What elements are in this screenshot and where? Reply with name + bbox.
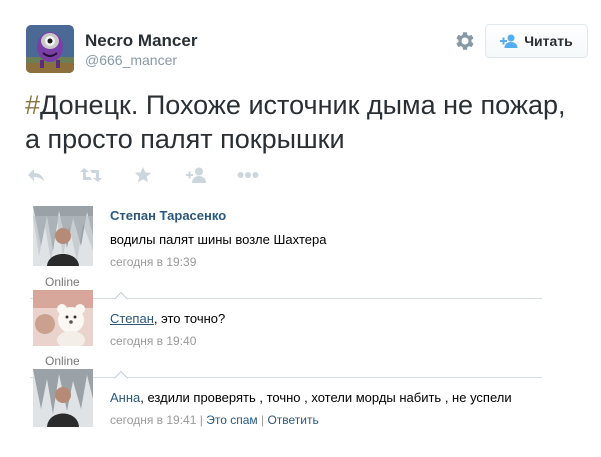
comment-text: Анна, ездили проверять , точно , хотели … bbox=[110, 390, 512, 405]
mention-link[interactable]: Степан bbox=[110, 311, 154, 326]
reply-notch bbox=[113, 370, 129, 386]
reply-icon[interactable] bbox=[24, 165, 48, 185]
commenter-avatar[interactable] bbox=[33, 206, 93, 266]
comment-text: Степан, это точно? bbox=[110, 311, 226, 326]
comment-time[interactable]: сегодня в 19:39 bbox=[110, 255, 196, 269]
mention-link[interactable]: Анна bbox=[110, 390, 140, 405]
commenter-avatar[interactable] bbox=[33, 290, 93, 346]
follow-button[interactable]: Читать bbox=[485, 24, 588, 58]
commenter-avatar[interactable] bbox=[33, 369, 93, 427]
more-icon[interactable] bbox=[236, 165, 260, 185]
comment-time[interactable]: сегодня в 19:41 bbox=[110, 413, 196, 427]
reply-notch bbox=[113, 291, 129, 307]
favorite-icon[interactable] bbox=[131, 165, 155, 185]
comment-divider bbox=[30, 298, 542, 299]
comment-meta: сегодня в 19:41 | Это спам | Ответить bbox=[110, 413, 319, 427]
hashtag-symbol[interactable]: # bbox=[25, 90, 40, 120]
follow-icon bbox=[500, 34, 518, 48]
author-avatar[interactable] bbox=[26, 25, 74, 73]
online-status: Online bbox=[45, 275, 80, 289]
comment-time[interactable]: сегодня в 19:40 bbox=[110, 334, 196, 348]
retweet-icon[interactable] bbox=[79, 165, 103, 185]
author-handle[interactable]: @666_mancer bbox=[85, 52, 177, 68]
comments-embed: Online Степан Тарасенко водилы палят шин… bbox=[30, 197, 550, 437]
follow-label: Читать bbox=[524, 33, 573, 49]
comment-text: водилы палят шины возле Шахтера bbox=[110, 232, 327, 247]
online-status: Online bbox=[45, 354, 80, 368]
comment-author[interactable]: Степан Тарасенко bbox=[110, 208, 226, 223]
tweet-body: Донецк. Похоже источник дыма не пожар, а… bbox=[25, 90, 566, 154]
reply-link[interactable]: Ответить bbox=[267, 413, 318, 427]
follow-icon[interactable] bbox=[184, 165, 208, 185]
comment-divider bbox=[30, 377, 542, 378]
author-name[interactable]: Necro Mancer bbox=[85, 31, 197, 51]
spam-link[interactable]: Это спам bbox=[206, 413, 257, 427]
tweet-text: #Донецк. Похоже источник дыма не пожар, … bbox=[25, 88, 585, 156]
gear-icon[interactable] bbox=[452, 29, 476, 53]
